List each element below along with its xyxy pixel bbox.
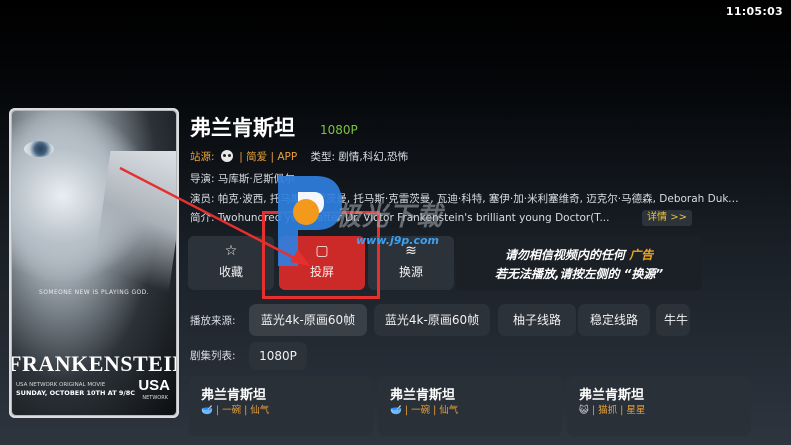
notice-banner: 请勿相信视频内的任何 广告 若无法播放,请按左侧的 “换源” <box>456 236 702 290</box>
source-label: 站源: <box>190 151 215 163</box>
episode-list-label: 剧集列表: <box>190 350 236 362</box>
watermark-url: www.j9p.com <box>356 234 439 247</box>
episode-chip[interactable]: 1080P <box>249 342 307 370</box>
details-button[interactable]: 详情 >> <box>642 210 692 226</box>
source-value: | 简爱 | APP <box>239 151 298 163</box>
source-card[interactable]: 弗兰肯斯坦 😺 | 猫抓 | 星星 <box>567 376 751 436</box>
poster-image: SOMEONE NEW IS PLAYING GOD. FRANKENSTEIN… <box>12 111 176 415</box>
card-title: 弗兰肯斯坦 <box>201 388 267 403</box>
card-title: 弗兰肯斯坦 <box>390 388 456 403</box>
poster-network: USA NETWORK ORIGINAL MOVIE SUNDAY, OCTOB… <box>16 382 136 397</box>
line-chip[interactable]: 蓝光4k-原画60帧 <box>374 304 490 336</box>
watermark-logo-icon <box>278 176 342 266</box>
quality-badge: 1080P <box>320 123 358 137</box>
poster-eye <box>24 141 54 157</box>
movie-poster[interactable]: SOMEONE NEW IS PLAYING GOD. FRANKENSTEIN… <box>9 108 179 418</box>
poster-usa-logo-sub: NETWORK <box>142 395 168 401</box>
line-chip[interactable]: 牛牛 <box>656 304 690 336</box>
status-time: 11:05:03 <box>725 5 783 18</box>
notice-line2: 若无法播放,请按左侧的 <box>494 267 620 281</box>
source-line: 站源: | 简爱 | APP 类型: 剧情,科幻,恐怖 <box>190 149 408 164</box>
bowl-icon: 🥣 <box>201 405 213 416</box>
source-card[interactable]: 弗兰肯斯坦 🥣 | 一碗 | 仙气 <box>378 376 562 436</box>
cat-icon: 😺 <box>579 405 589 416</box>
card-subtitle: | 一碗 | 仙气 <box>404 405 459 416</box>
card-subtitle: | 一碗 | 仙气 <box>215 405 270 416</box>
line-chip[interactable]: 柚子线路 <box>498 304 576 336</box>
genre-text: 类型: 剧情,科幻,恐怖 <box>310 151 409 163</box>
line-chip[interactable]: 蓝光4k-原画60帧 <box>249 304 367 336</box>
card-subtitle: | 猫抓 | 星星 <box>591 405 646 416</box>
poster-usa-logo: USA <box>138 377 170 394</box>
notice-line1: 请勿相信视频内的任何 <box>504 248 625 262</box>
poster-tagline: SOMEONE NEW IS PLAYING GOD. <box>39 289 149 296</box>
switch-source-label: 换源 <box>398 265 423 279</box>
bowl-icon: 🥣 <box>390 405 402 416</box>
play-source-label: 播放来源: <box>190 315 236 327</box>
card-title: 弗兰肯斯坦 <box>579 388 645 403</box>
watermark-text: 极光下载 <box>335 202 444 232</box>
notice-highlight-ad: 广告 <box>629 248 654 262</box>
source-card[interactable]: 弗兰肯斯坦 🥣 | 一碗 | 仙气 <box>189 376 373 436</box>
poster-title: FRANKENSTEIN <box>12 351 176 376</box>
notice-highlight-source: “换源” <box>623 267 664 281</box>
skull-icon <box>220 150 233 162</box>
movie-title: 弗兰肯斯坦 <box>190 116 295 140</box>
line-chip[interactable]: 稳定线路 <box>578 304 650 336</box>
